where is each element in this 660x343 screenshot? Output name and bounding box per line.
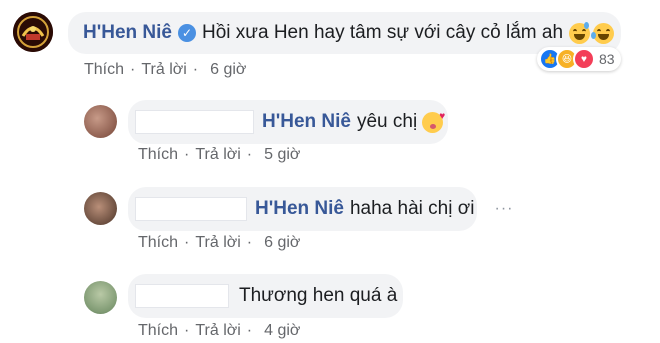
- redacted-username: [135, 197, 247, 221]
- separator-dot: ·: [184, 322, 190, 339]
- love-reaction-icon: ♥: [573, 48, 595, 70]
- reply-avatar[interactable]: [84, 105, 117, 138]
- mention-link[interactable]: H'Hen Niê: [255, 198, 344, 220]
- timestamp[interactable]: 6 giờ: [264, 234, 300, 252]
- reply-text: yêu chị: [356, 111, 418, 132]
- reply-avatar[interactable]: [84, 281, 117, 314]
- more-options-icon[interactable]: ···: [491, 198, 517, 220]
- redacted-username: [135, 110, 254, 134]
- comment-text: Hồi xưa Hen hay tâm sự với cây cỏ lắm ah: [201, 22, 564, 43]
- reply-bubble: Thương hen quá à: [128, 274, 403, 318]
- redacted-username: [135, 284, 229, 308]
- reaction-count: 83: [599, 51, 615, 67]
- verified-badge-icon: ✓: [177, 24, 196, 42]
- separator-dot: ·: [246, 146, 253, 163]
- like-link[interactable]: Thích: [138, 322, 178, 340]
- reply-text: Thương hen quá à: [239, 285, 398, 306]
- timestamp[interactable]: 5 giờ: [264, 146, 300, 164]
- like-link[interactable]: Thích: [84, 61, 124, 79]
- reply-link[interactable]: Trả lời: [141, 61, 186, 79]
- separator-dot: ·: [192, 61, 199, 78]
- mention-link[interactable]: H'Hen Niê: [262, 111, 351, 133]
- timestamp[interactable]: 6 giờ: [210, 61, 246, 79]
- main-comment-actions: Thích · Trả lời · 6 giờ: [84, 61, 246, 79]
- reply-actions: Thích · Trả lời · 5 giờ: [138, 146, 300, 164]
- main-comment-bubble: H'Hen Niê ✓ Hồi xưa Hen hay tâm sự với c…: [68, 12, 621, 54]
- separator-dot: ·: [246, 322, 253, 339]
- separator-dot: ·: [184, 146, 190, 163]
- comment-author[interactable]: H'Hen Niê: [83, 22, 172, 44]
- reply-actions: Thích · Trả lời · 4 giờ: [138, 322, 300, 340]
- reactions-summary[interactable]: 👍 😆 ♥ 83: [537, 47, 621, 71]
- separator-dot: ·: [184, 234, 190, 251]
- reply-text: haha hài chị ơi: [349, 198, 475, 219]
- timestamp[interactable]: 4 giờ: [264, 322, 300, 340]
- separator-dot: ·: [246, 234, 253, 251]
- separator-dot: ·: [130, 61, 136, 78]
- kissing-heart-emoji: ♥: [422, 111, 445, 133]
- reply-bubble: H'Hen Niê haha hài chị ơi: [128, 187, 477, 231]
- avatar-image: [14, 13, 52, 51]
- reply-avatar[interactable]: [84, 192, 117, 225]
- reply-link[interactable]: Trả lời: [195, 234, 240, 252]
- reply-bubble: H'Hen Niê yêu chị ♥: [128, 100, 448, 144]
- like-link[interactable]: Thích: [138, 146, 178, 164]
- reply-link[interactable]: Trả lời: [195, 322, 240, 340]
- grinning-sweat-emoji: [569, 21, 591, 44]
- reply-link[interactable]: Trả lời: [195, 146, 240, 164]
- like-link[interactable]: Thích: [138, 234, 178, 252]
- commenter-avatar[interactable]: [13, 12, 53, 52]
- tears-of-joy-emoji: [591, 22, 615, 44]
- reply-actions: Thích · Trả lời · 6 giờ: [138, 234, 300, 252]
